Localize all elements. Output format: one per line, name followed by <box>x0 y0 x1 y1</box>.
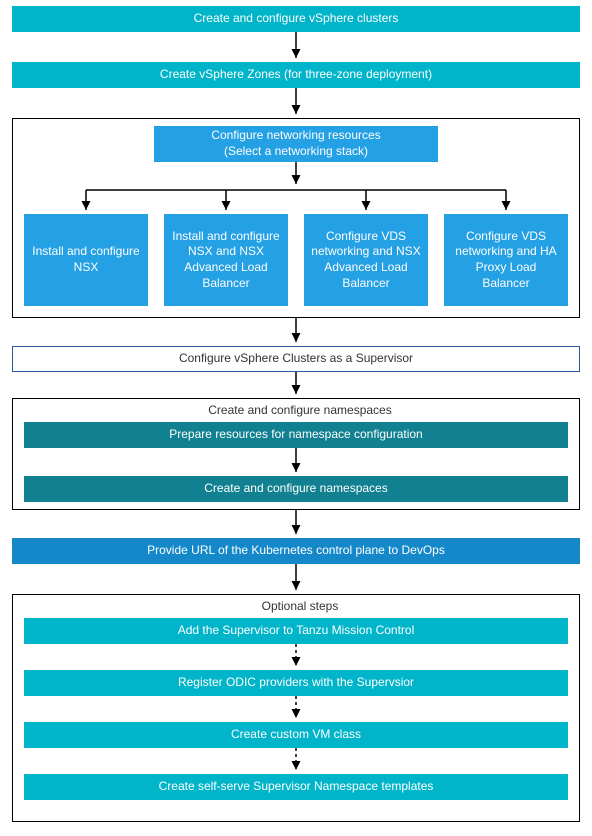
networking-title-line1: Configure networking resources <box>211 128 380 144</box>
step-create-zones: Create vSphere Zones (for three-zone dep… <box>12 62 580 88</box>
net-option-vds-haproxy: Configure VDS networking and HA Proxy Lo… <box>444 214 568 306</box>
ns-prepare-resources: Prepare resources for namespace configur… <box>24 422 568 448</box>
step-create-clusters: Create and configure vSphere clusters <box>12 6 580 32</box>
opt-namespace-templates: Create self-serve Supervisor Namespace t… <box>24 774 568 800</box>
step-configure-supervisor: Configure vSphere Clusters as a Supervis… <box>12 346 580 372</box>
opt-vm-class: Create custom VM class <box>24 722 568 748</box>
opt-tanzu-mission-control: Add the Supervisor to Tanzu Mission Cont… <box>24 618 568 644</box>
opt-oidc-providers: Register ODIC providers with the Supervs… <box>24 670 568 696</box>
ns-create-configure: Create and configure namespaces <box>24 476 568 502</box>
networking-title: Configure networking resources (Select a… <box>154 126 438 162</box>
net-option-nsx: Install and configure NSX <box>24 214 148 306</box>
namespaces-title: Create and configure namespaces <box>13 399 587 421</box>
step-provide-url: Provide URL of the Kubernetes control pl… <box>12 538 580 564</box>
networking-title-line2: (Select a networking stack) <box>224 144 368 160</box>
net-option-vds-alb: Configure VDS networking and NSX Advance… <box>304 214 428 306</box>
net-option-nsx-alb: Install and configure NSX and NSX Advanc… <box>164 214 288 306</box>
optional-title: Optional steps <box>13 595 587 617</box>
